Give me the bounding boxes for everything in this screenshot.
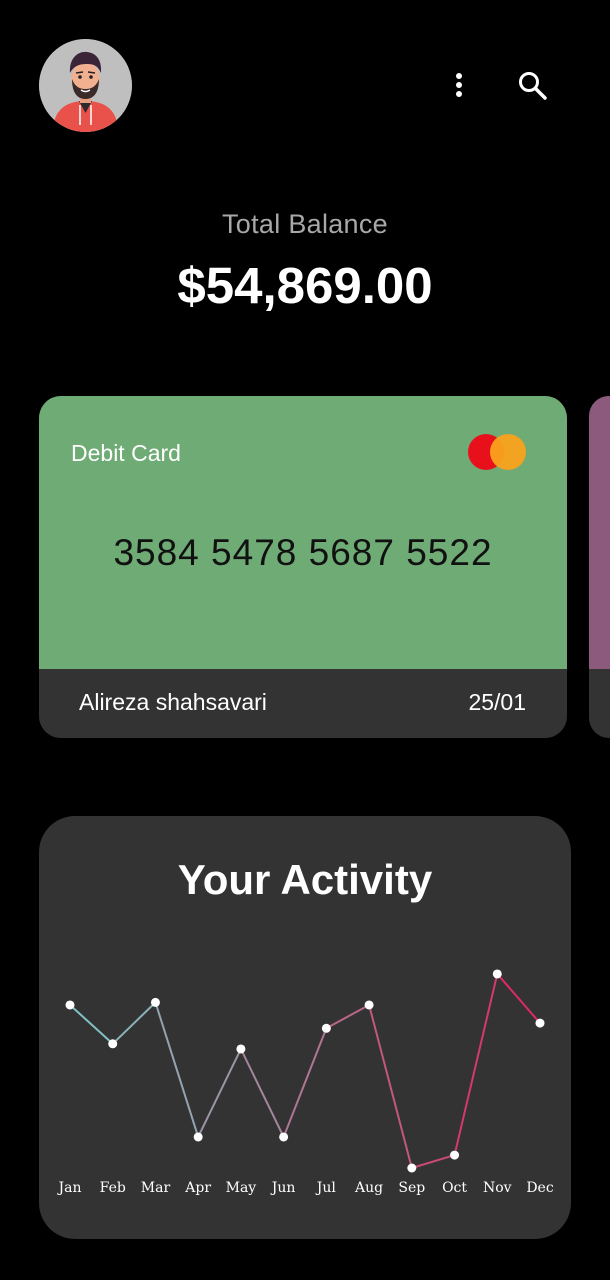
card-footer: Alireza shahsavari 25/01 bbox=[39, 669, 567, 738]
chart-line-segment bbox=[69, 1004, 114, 1045]
card-type-label: Debit Card bbox=[71, 440, 181, 466]
chart-month-label: Oct bbox=[442, 1180, 467, 1196]
chart-month-label: May bbox=[226, 1180, 257, 1196]
chart-line-segment bbox=[282, 1027, 328, 1138]
chart-line-segment bbox=[411, 1154, 455, 1169]
chart-point-nov[interactable] bbox=[492, 969, 502, 979]
chart-line-segment bbox=[368, 1004, 413, 1169]
chart-month-label: Jun bbox=[270, 1180, 296, 1196]
chart-point-jul[interactable] bbox=[321, 1023, 331, 1033]
chart-month-label: Sep bbox=[398, 1180, 425, 1196]
chart-point-jan[interactable] bbox=[65, 1000, 75, 1010]
activity-panel: Your Activity Jan Feb Mar Apr May Jun Jul Aug Se… bbox=[39, 816, 571, 1239]
chart-month-label: Apr bbox=[184, 1180, 211, 1196]
chart-point-aug[interactable] bbox=[364, 1000, 374, 1010]
chart-line-segment bbox=[197, 1048, 242, 1138]
chart-point-feb[interactable] bbox=[108, 1039, 118, 1049]
card-face: Debit Card 3584 5478 5687 5522 bbox=[39, 396, 567, 669]
chart-point-jun[interactable] bbox=[279, 1132, 289, 1142]
chart-month-label: Jul bbox=[315, 1180, 337, 1196]
total-balance-amount: $54,869.00 bbox=[177, 257, 433, 314]
chart-point-may[interactable] bbox=[236, 1044, 246, 1054]
chart-line-segment bbox=[112, 1001, 157, 1045]
chart-month-label: Feb bbox=[100, 1180, 126, 1196]
chart-month-label: Jan bbox=[57, 1180, 82, 1196]
debit-card[interactable]: Debit Card 3584 5478 5687 5522 Alireza s… bbox=[39, 396, 567, 738]
chart-month-label: Nov bbox=[483, 1180, 512, 1196]
chart-point-apr[interactable] bbox=[193, 1132, 203, 1142]
chart-point-dec[interactable] bbox=[535, 1018, 545, 1028]
chart-point-oct[interactable] bbox=[450, 1150, 460, 1160]
total-balance-label: Total Balance bbox=[221, 209, 388, 239]
chart-line-segment bbox=[496, 973, 541, 1024]
chart-month-label: Dec bbox=[526, 1180, 554, 1196]
user-avatar[interactable] bbox=[39, 39, 132, 132]
avatar-illustration bbox=[39, 39, 132, 132]
next-card-peek[interactable] bbox=[589, 396, 610, 738]
chart-point-mar[interactable] bbox=[150, 997, 160, 1007]
chart-line-segment bbox=[325, 1004, 370, 1030]
chart-month-label: Mar bbox=[141, 1180, 171, 1196]
chart-line-segment bbox=[154, 1002, 200, 1138]
card-holder-name: Alireza shahsavari bbox=[79, 689, 267, 715]
card-number: 3584 5478 5687 5522 bbox=[113, 532, 493, 573]
chart-point-sep[interactable] bbox=[407, 1163, 417, 1173]
mastercard-logo bbox=[468, 434, 526, 470]
more-vertical-icon[interactable] bbox=[439, 66, 479, 106]
activity-line-chart: Jan Feb Mar Apr May Jun Jul Aug Sep Oct Nov Dec bbox=[57, 969, 554, 1196]
chart-line-segment bbox=[453, 973, 499, 1156]
search-icon[interactable] bbox=[513, 66, 553, 106]
chart-month-label: Aug bbox=[354, 1180, 383, 1196]
chart-line-segment bbox=[240, 1048, 285, 1138]
card-expiry-date: 25/01 bbox=[468, 689, 526, 715]
